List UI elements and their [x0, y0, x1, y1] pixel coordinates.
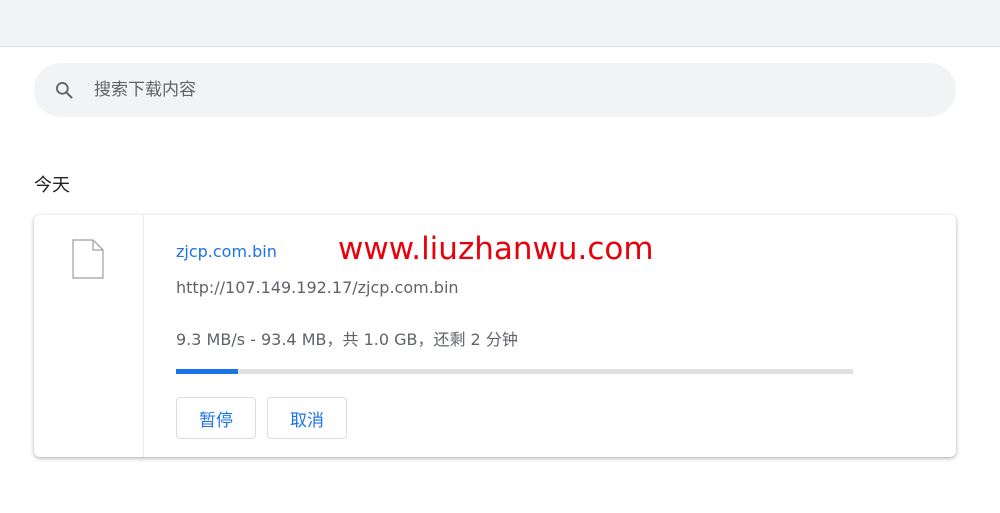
- download-status: 9.3 MB/s - 93.4 MB，共 1.0 GB，还剩 2 分钟: [176, 330, 518, 349]
- search-input[interactable]: [94, 63, 934, 117]
- file-icon: [72, 239, 104, 279]
- cancel-button[interactable]: 取消: [267, 397, 347, 439]
- toolbar: [0, 0, 1000, 47]
- file-name-link[interactable]: zjcp.com.bin: [176, 242, 277, 261]
- section-title-today: 今天: [34, 175, 70, 196]
- search-icon[interactable]: [54, 80, 74, 100]
- file-url: http://107.149.192.17/zjcp.com.bin: [176, 278, 459, 297]
- download-progress-bar: [176, 369, 853, 374]
- download-progress-fill: [176, 369, 238, 374]
- download-card: zjcp.com.bin www.liuzhanwu.com http://10…: [34, 215, 956, 457]
- watermark-text: www.liuzhanwu.com: [338, 231, 654, 267]
- download-details: zjcp.com.bin www.liuzhanwu.com http://10…: [176, 215, 936, 457]
- download-card-icon-area: [34, 215, 144, 457]
- search-bar[interactable]: [34, 63, 956, 117]
- pause-button[interactable]: 暂停: [176, 397, 256, 439]
